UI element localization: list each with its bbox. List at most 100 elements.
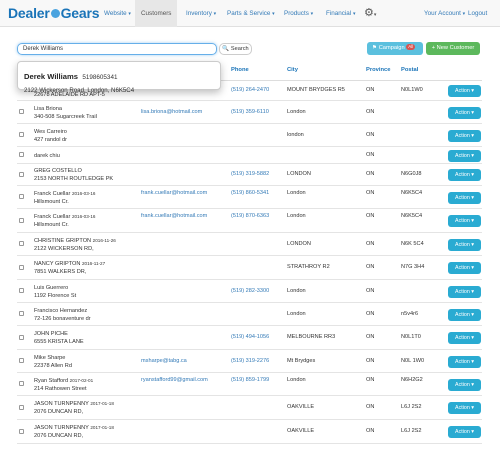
action-dropdown-button[interactable]: Action ▾ (448, 239, 481, 251)
customer-name-cell[interactable]: Franck Cuellar 2016-03-16 Hillsmount Cr. (34, 190, 95, 206)
province-cell: ON (366, 132, 375, 138)
postal-cell: N6K 5C4 (401, 241, 424, 247)
row-checkbox[interactable] (19, 217, 24, 223)
row-checkbox[interactable] (19, 152, 24, 157)
nav-website[interactable]: Website ▾ (104, 0, 131, 27)
action-dropdown-button[interactable]: Action ▾ (448, 169, 481, 181)
table-row: Francisco Hernandez 72-126 bonaventure dr… (17, 303, 482, 326)
action-dropdown-button[interactable]: Action ▾ (448, 192, 481, 204)
customer-name-cell[interactable]: Mike Sharpe 22378 Allen Rd (34, 354, 72, 370)
row-checkbox[interactable] (19, 171, 24, 177)
caret-down-icon: ▾ (471, 218, 474, 224)
row-checkbox[interactable] (19, 358, 24, 363)
customer-name-cell[interactable]: GREG COSTELLO 2153 NORTH ROUTLEDGE PK (34, 167, 113, 183)
action-dropdown-button[interactable]: Action ▾ (448, 130, 481, 142)
customer-name-cell[interactable]: Luis Guerrero 1192 Florence St (34, 284, 76, 300)
phone-link[interactable]: (519) 494-1056 (231, 334, 269, 340)
province-cell: ON (366, 334, 375, 340)
table-row: Franck Cuellar 2016-03-16 Hillsmount Cr. f… (17, 186, 482, 209)
city-cell: London (287, 311, 306, 317)
phone-link[interactable]: (519) 319-5882 (231, 171, 269, 177)
action-dropdown-button[interactable]: Action ▾ (448, 150, 481, 162)
phone-link[interactable]: (519) 319-2276 (231, 358, 269, 364)
action-dropdown-button[interactable]: Action ▾ (448, 309, 481, 321)
row-checkbox[interactable] (19, 109, 24, 114)
customer-name-cell[interactable]: Ryan Stafford 2017-02-01 214 Rathowen Str… (34, 377, 93, 393)
search-suggestion-popup[interactable]: Derek Williams 5198605341 2122 Wickerson… (17, 61, 221, 94)
email-link[interactable]: msharpe@tabg.ca (141, 358, 187, 364)
nav-products[interactable]: Products ▾ (284, 0, 313, 27)
customer-name-cell[interactable]: darek chiu (34, 152, 60, 160)
action-dropdown-button[interactable]: Action ▾ (448, 107, 481, 119)
province-cell: ON (366, 171, 375, 177)
phone-link[interactable]: (519) 359-6110 (231, 109, 269, 115)
nav-logout[interactable]: Logout (468, 0, 487, 27)
column-header-phone[interactable]: Phone (231, 67, 249, 73)
brand-logo[interactable]: Dealer Gears (8, 5, 100, 21)
settings-gear-icon[interactable]: ⚙▾ (364, 6, 376, 19)
nav-customers[interactable]: Customers (135, 0, 178, 27)
customer-search-input[interactable]: Derek Williams (17, 43, 217, 55)
customer-name-cell[interactable]: JASON TURNPENNY 2017-01-18 2076 DUNCAN RD… (34, 400, 114, 416)
city-cell: London (287, 190, 306, 196)
row-checkbox[interactable] (19, 132, 24, 137)
email-link[interactable]: frank.cuellar@hotmail.com (141, 190, 207, 196)
customer-name-cell[interactable]: JASON TURNPENNY 2017-01-18 2076 DUNCAN RD… (34, 424, 114, 440)
province-cell: ON (366, 358, 375, 364)
row-checkbox[interactable] (19, 241, 24, 246)
customer-name-cell[interactable]: JOHN PICHE 6555 KRISTA LANE (34, 330, 84, 346)
city-cell: MOUNT BRYDGES R5 (287, 87, 345, 93)
phone-link[interactable]: (519) 860-5341 (231, 190, 269, 196)
action-dropdown-button[interactable]: Action ▾ (448, 215, 481, 227)
column-header-postal[interactable]: Postal (401, 67, 418, 73)
nav-your-account[interactable]: Your Account ▾ (424, 0, 465, 27)
campaign-button[interactable]: ⚑ Campaign All (367, 42, 423, 55)
caret-down-icon: ▾ (471, 195, 474, 201)
province-cell: ON (366, 404, 375, 410)
action-dropdown-button[interactable]: Action ▾ (448, 402, 481, 414)
phone-link[interactable]: (519) 282-3300 (231, 288, 269, 294)
new-customer-button[interactable]: + New Customer (426, 42, 480, 55)
action-dropdown-button[interactable]: Action ▾ (448, 379, 481, 391)
suggestion-address: 2122 Wickerson Road, London, N6K5C4 (24, 87, 135, 94)
phone-link[interactable]: (519) 264-2470 (231, 87, 269, 93)
row-checkbox[interactable] (19, 264, 24, 270)
action-dropdown-button[interactable]: Action ▾ (448, 262, 481, 274)
city-cell: London (287, 109, 306, 115)
customer-name-cell[interactable]: CHRISTINE GRIPTON 2016-11-26 2122 WICKERS… (34, 237, 116, 253)
row-checkbox[interactable] (19, 288, 24, 293)
row-checkbox[interactable] (19, 194, 24, 199)
customer-name-cell[interactable]: Francisco Hernandez 72-126 bonaventure dr (34, 307, 91, 323)
column-header-province[interactable]: Province (366, 67, 391, 73)
nav-financial[interactable]: Financial ▾ (326, 0, 355, 27)
email-link[interactable]: frank.cuellar@hotmail.com (141, 213, 207, 219)
customer-name-cell[interactable]: NANCY GRIPTON 2016-11-27 7851 WALKERS DR, (34, 260, 105, 276)
customer-name-cell[interactable]: Franck Cuellar 2016-03-16 Hillsmount Cr. (34, 213, 95, 229)
suggestion-phone: 5198605341 (82, 74, 118, 81)
action-dropdown-button[interactable]: Action ▾ (448, 85, 481, 97)
action-dropdown-button[interactable]: Action ▾ (448, 356, 481, 368)
row-checkbox[interactable] (19, 311, 24, 316)
email-link[interactable]: lisa.briona@hotmail.com (141, 109, 202, 115)
city-cell: OAKVILLE (287, 428, 315, 434)
nav-parts-service[interactable]: Parts & Service ▾ (227, 0, 275, 27)
action-dropdown-button[interactable]: Action ▾ (448, 286, 481, 298)
nav-inventory[interactable]: Inventory ▾ (186, 0, 216, 27)
phone-link[interactable]: (519) 859-1799 (231, 377, 269, 383)
postal-cell: N6G0J8 (401, 171, 422, 177)
row-checkbox[interactable] (19, 428, 24, 434)
brand-text-gears: Gears (60, 5, 100, 21)
row-checkbox[interactable] (19, 381, 24, 386)
city-cell: LONDON (287, 171, 311, 177)
row-checkbox[interactable] (19, 404, 24, 410)
customer-name-cell[interactable]: Lisa Briona 340-508 Sugarcreek Trail (34, 105, 97, 121)
column-header-city[interactable]: City (287, 67, 298, 73)
action-dropdown-button[interactable]: Action ▾ (448, 426, 481, 438)
search-button[interactable]: 🔍 Search (219, 43, 252, 55)
phone-link[interactable]: (519) 870-6363 (231, 213, 269, 219)
customer-name-cell[interactable]: Wes Carreiro 427 randol dr (34, 128, 67, 144)
action-dropdown-button[interactable]: Action ▾ (448, 332, 481, 344)
row-checkbox[interactable] (19, 334, 24, 340)
caret-down-icon: ▾ (471, 289, 474, 295)
email-link[interactable]: ryanstafford99@gmail.com (141, 377, 208, 383)
